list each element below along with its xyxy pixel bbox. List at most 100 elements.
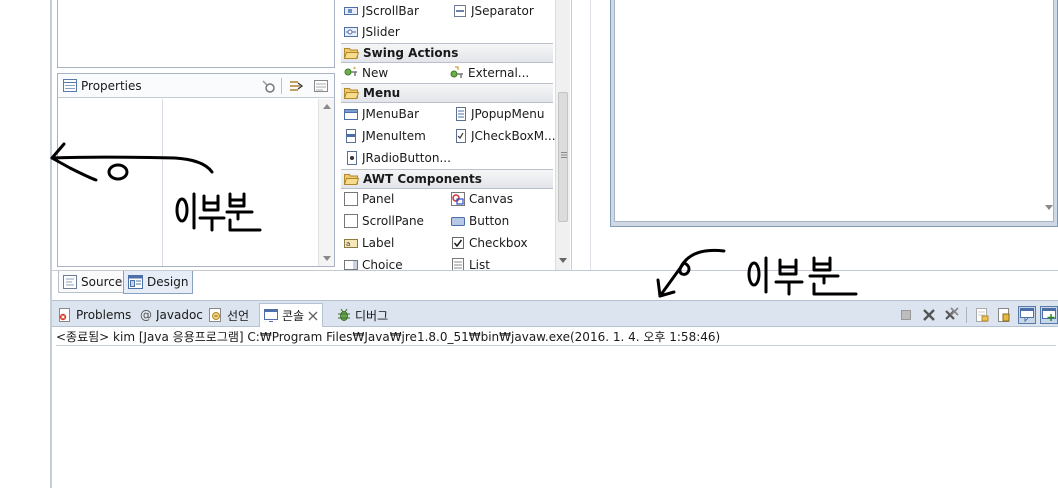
properties-scrollbar[interactable] <box>318 99 334 266</box>
palette-item-label: External... <box>468 65 530 80</box>
design-frame[interactable] <box>610 0 1058 227</box>
palette-item-checkbox[interactable]: Checkbox <box>447 232 528 253</box>
console-view: <종료됨> kim [Java 응용프로그램] C:₩Program Files… <box>52 327 1058 488</box>
remove-all-terminated-button[interactable] <box>943 306 961 324</box>
external-action-icon <box>450 66 463 78</box>
folder-open-icon <box>344 174 359 185</box>
palette-item-label: Panel <box>362 191 395 206</box>
pin-console-icon <box>998 308 1010 322</box>
tab-declaration[interactable]: 선언 <box>205 304 253 326</box>
palette-item-jmenubar[interactable]: JMenuBar <box>340 103 419 124</box>
palette-category-menu[interactable]: Menu <box>341 83 553 103</box>
toolbar-separator <box>281 78 282 94</box>
panel-icon <box>344 191 358 206</box>
palette-item-panel[interactable]: Panel <box>340 188 394 209</box>
declaration-icon <box>209 308 221 322</box>
display-console-icon <box>1020 308 1034 322</box>
tab-label: 콘솔 <box>282 309 305 323</box>
scroll-down-arrow-icon[interactable] <box>1045 205 1053 210</box>
remove-launch-button[interactable] <box>920 306 938 324</box>
tab-console[interactable]: 콘솔 <box>259 303 324 327</box>
palette-item-new-action[interactable]: * New <box>340 62 388 83</box>
annotation-note-right <box>747 256 858 296</box>
palette-item-label-component[interactable]: a Label <box>340 232 394 253</box>
show-events-icon[interactable] <box>260 78 276 94</box>
advanced-properties-icon[interactable] <box>313 78 329 94</box>
terminate-button[interactable] <box>897 306 915 324</box>
close-icon[interactable] <box>308 311 318 321</box>
palette-item-scrollpane[interactable]: ScrollPane <box>340 210 424 231</box>
tab-label: Javadoc <box>156 308 203 322</box>
word-wrap-button[interactable] <box>995 306 1013 324</box>
palette-item-jcheckboxmenuitem[interactable]: JCheckBoxM... <box>449 125 556 146</box>
palette-item-label: Button <box>469 213 510 228</box>
palette-item-label: JPopupMenu <box>471 106 545 121</box>
palette-scrollbar[interactable] <box>555 0 570 270</box>
category-label: Swing Actions <box>363 46 459 60</box>
at-icon: @ <box>140 308 152 322</box>
palette-item-external-action[interactable]: External... <box>446 62 529 83</box>
console-status-line: <종료됨> kim [Java 응용프로그램] C:₩Program Files… <box>56 329 1056 346</box>
new-action-icon: * <box>344 66 357 76</box>
palette-category-swing-actions[interactable]: Swing Actions <box>341 43 553 63</box>
svg-text:*: * <box>353 66 356 73</box>
tab-source[interactable]: Source <box>58 271 128 293</box>
tab-label: Design <box>147 275 189 289</box>
palette-item-jscrollbar[interactable]: JScrollBar <box>340 0 419 21</box>
display-selected-console-button[interactable] <box>1018 306 1036 324</box>
palette-item-label: JSlider <box>362 24 400 39</box>
palette-item-button[interactable]: Button <box>447 210 509 231</box>
palette-category-awt-components[interactable]: AWT Components <box>341 169 553 189</box>
category-label: AWT Components <box>363 172 482 186</box>
palette-item-label: JCheckBoxM... <box>471 128 556 143</box>
palette-item-jmenuitem[interactable]: JMenuItem <box>340 125 426 146</box>
debug-icon <box>338 308 350 321</box>
properties-header: Properties <box>58 74 334 98</box>
palette-item-label: ScrollPane <box>362 213 424 228</box>
design-frame-content[interactable] <box>614 0 1054 222</box>
tab-debug[interactable]: 디버그 <box>333 304 392 326</box>
palette-item-label: Label <box>362 235 395 250</box>
design-icon <box>128 275 143 289</box>
open-console-icon <box>1042 308 1056 321</box>
jslider-icon <box>344 26 358 37</box>
palette-item-label: Checkbox <box>469 235 528 250</box>
scroll-lock-button[interactable] <box>973 306 991 324</box>
tab-problems[interactable]: Problems <box>54 304 135 326</box>
design-area-border <box>590 0 591 270</box>
palette-item-jslider[interactable]: JSlider <box>340 21 400 42</box>
palette-scroll-thumb[interactable] <box>558 92 568 222</box>
tab-label: 선언 <box>227 308 250 323</box>
scroll-down-arrow-icon[interactable] <box>559 258 567 263</box>
scroll-up-arrow-icon[interactable] <box>323 104 331 109</box>
jcheckboxmenuitem-icon <box>456 128 466 143</box>
palette-item-label: JSeparator <box>471 3 534 18</box>
palette-item-label: JScrollBar <box>362 3 419 18</box>
palette-item-label: JMenuBar <box>362 106 420 121</box>
button-icon <box>451 216 465 226</box>
console-icon <box>264 309 278 322</box>
palette-item-canvas[interactable]: Canvas <box>447 188 513 209</box>
palette-item-jseparator[interactable]: JSeparator <box>449 0 534 21</box>
tab-javadoc[interactable]: @ Javadoc <box>136 304 207 326</box>
properties-title: Properties <box>81 79 142 93</box>
tab-design[interactable]: Design <box>123 271 194 294</box>
palette-item-label: JMenuItem <box>362 128 426 143</box>
label-icon: a <box>344 238 358 248</box>
open-console-button[interactable] <box>1040 306 1058 324</box>
canvas-icon <box>451 191 465 206</box>
scroll-down-arrow-icon[interactable] <box>323 256 331 261</box>
palette-item-jpopupmenu[interactable]: JPopupMenu <box>449 103 544 124</box>
goto-definition-icon[interactable] <box>288 78 304 94</box>
jseparator-icon <box>454 4 466 17</box>
palette-item-jradiobuttonmenuitem[interactable]: JRadioButton... <box>340 147 451 168</box>
scrollpane-icon <box>344 213 358 228</box>
jmenuitem-icon <box>346 128 356 143</box>
svg-text:a: a <box>346 240 350 248</box>
terminate-icon <box>901 310 911 320</box>
annotation-arrow-right <box>656 248 726 298</box>
folder-open-icon <box>344 88 359 99</box>
jradiobuttonmenuitem-icon <box>347 150 357 165</box>
tab-label: Problems <box>76 308 132 322</box>
checkbox-icon <box>452 236 464 249</box>
